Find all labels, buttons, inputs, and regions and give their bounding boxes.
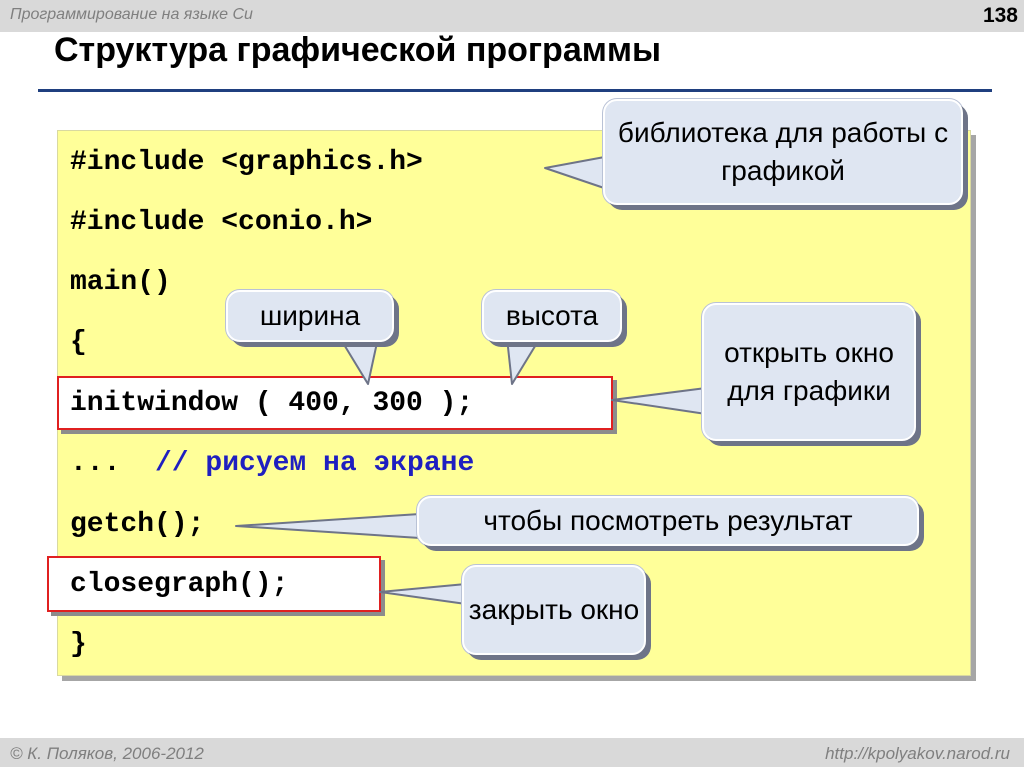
pointer-open-window	[611, 387, 707, 415]
pointer-see-result	[235, 513, 421, 539]
callout-close-window: закрыть окно	[462, 565, 646, 655]
footer-url[interactable]: http://kpolyakov.narod.ru	[825, 744, 1010, 764]
pointer-width	[339, 337, 379, 385]
callout-library: библиотека для работы с графикой	[603, 99, 963, 205]
callout-height: высота	[482, 290, 622, 342]
pointer-height	[506, 337, 541, 385]
callout-open-window: открыть окно для графики	[702, 303, 916, 441]
footer-author: © К. Поляков, 2006-2012	[10, 744, 204, 763]
callout-see-result: чтобы посмотреть результат	[417, 496, 919, 546]
pointer-library	[544, 155, 611, 191]
pointer-close-window	[379, 583, 467, 605]
callout-width: ширина	[226, 290, 394, 342]
